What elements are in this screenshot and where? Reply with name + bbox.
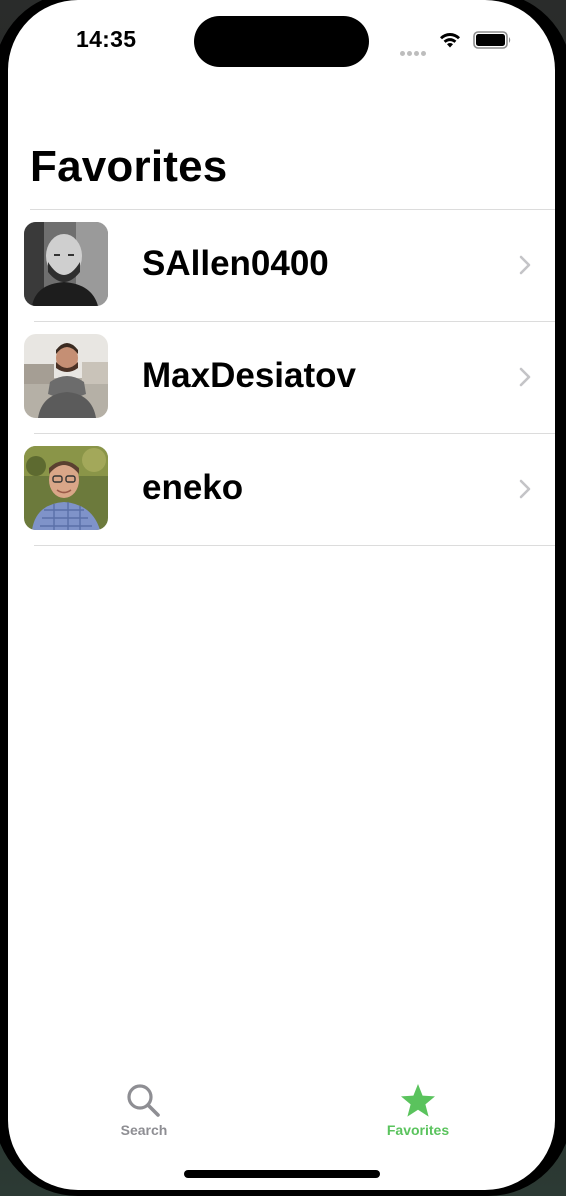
tab-favorites[interactable]: Favorites <box>358 1070 478 1138</box>
status-time: 14:35 <box>76 26 137 52</box>
wifi-icon <box>440 32 460 48</box>
tab-search[interactable]: Search <box>84 1070 204 1138</box>
chevron-right-icon <box>519 255 531 275</box>
avatar <box>24 446 108 530</box>
dynamic-island <box>194 16 369 67</box>
favorite-username: eneko <box>142 468 244 507</box>
list-item[interactable]: eneko <box>24 434 555 546</box>
list-item[interactable]: MaxDesiatov <box>24 322 555 434</box>
favorite-username: SAllen0400 <box>142 244 329 283</box>
tab-label: Favorites <box>386 1122 450 1138</box>
chevron-right-icon <box>519 367 531 387</box>
star-icon <box>401 1084 435 1117</box>
avatar <box>24 222 108 306</box>
tab-bar: Search Favorites <box>8 1070 555 1160</box>
home-indicator[interactable] <box>184 1170 380 1178</box>
chevron-right-icon <box>519 479 531 499</box>
device-frame: 14:35 Favorites SAllen0400 MaxDesiatov e… <box>0 0 566 1196</box>
page-title: Favorites <box>30 142 228 191</box>
battery-icon <box>473 31 511 49</box>
favorite-username: MaxDesiatov <box>142 356 356 395</box>
avatar <box>24 334 108 418</box>
tab-label: Search <box>120 1122 168 1138</box>
magnifying-glass-icon <box>127 1084 160 1117</box>
cellular-signal-icon <box>400 43 430 56</box>
favorites-list: SAllen0400 MaxDesiatov eneko <box>8 210 555 546</box>
list-item[interactable]: SAllen0400 <box>24 210 555 322</box>
app-screen: 14:35 Favorites SAllen0400 MaxDesiatov e… <box>8 0 555 1190</box>
